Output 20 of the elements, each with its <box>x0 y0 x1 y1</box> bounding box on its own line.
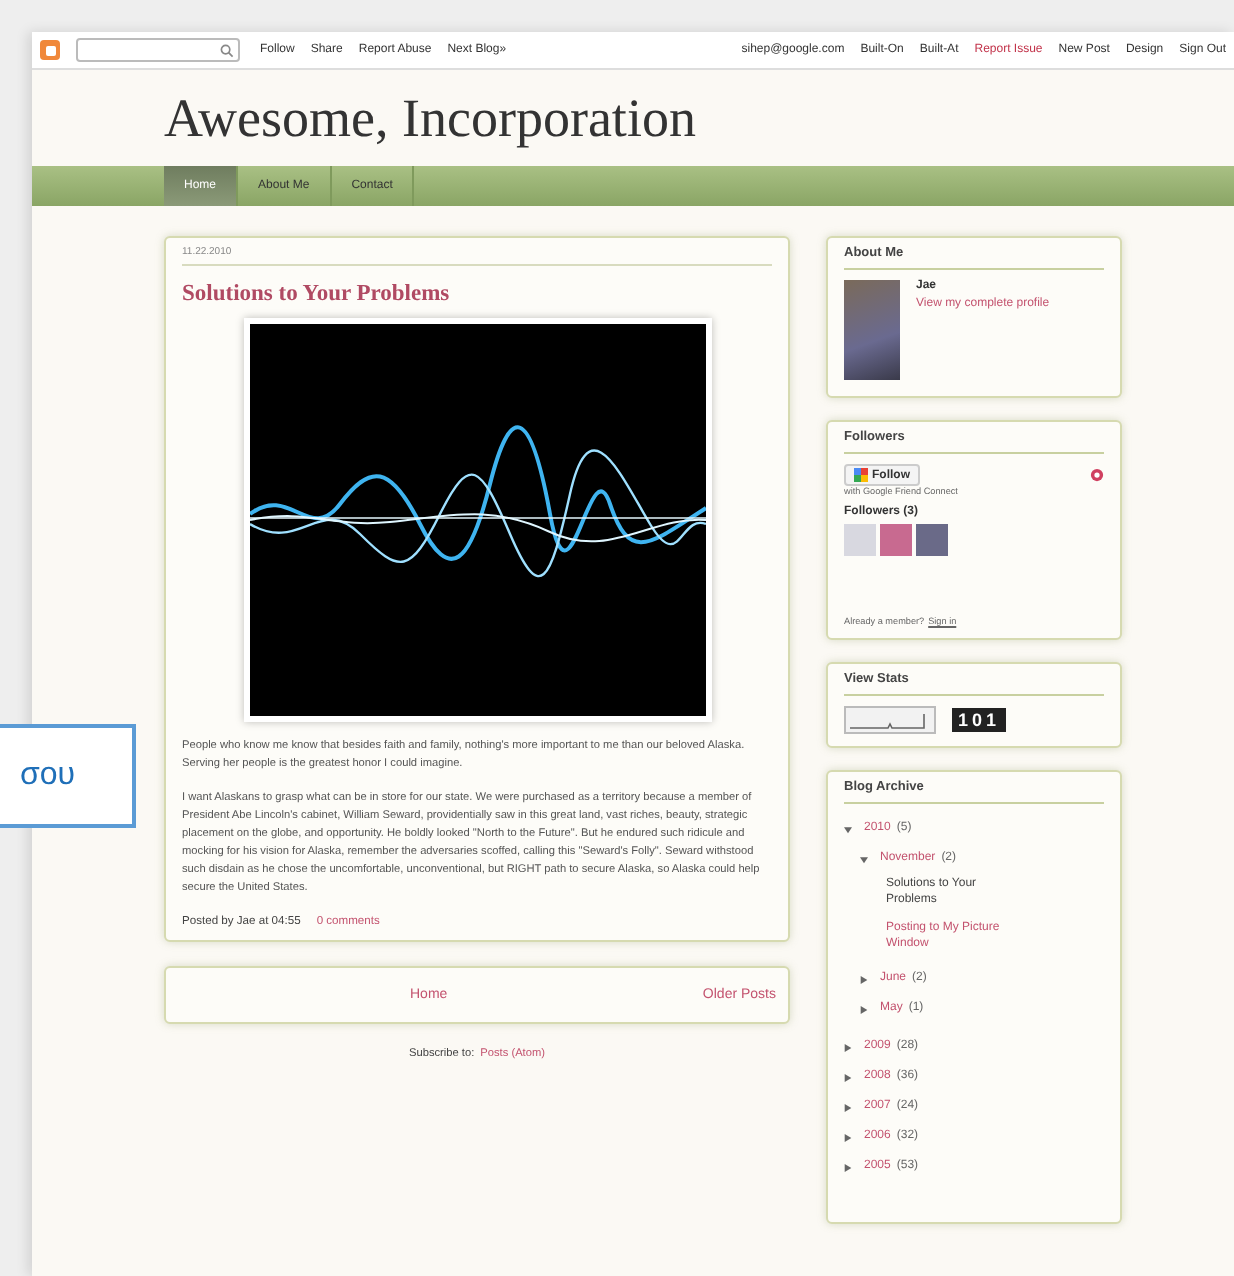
profile-photo-placeholder <box>844 280 900 380</box>
overlay-label: σου <box>0 724 136 828</box>
blogger-logo-icon[interactable] <box>40 40 60 60</box>
stats-graph-drawing <box>844 706 936 734</box>
expand-triangle-icon[interactable] <box>860 975 868 983</box>
visit-counter: 101 <box>952 708 1007 732</box>
post-title[interactable]: Solutions to Your Problems <box>182 282 772 306</box>
expand-triangle-icon[interactable] <box>844 1163 852 1171</box>
search-field[interactable] <box>76 38 240 62</box>
expand-triangle-icon[interactable] <box>844 1133 852 1141</box>
expand-triangle-icon[interactable] <box>844 1043 852 1051</box>
expand-triangle-icon[interactable] <box>844 1073 852 1081</box>
collapse-triangle-icon[interactable] <box>844 825 852 833</box>
gadget-icon[interactable] <box>1090 468 1104 482</box>
search-icon[interactable] <box>220 43 234 57</box>
expand-triangle-icon[interactable] <box>860 1005 868 1013</box>
expand-triangle-icon[interactable] <box>844 1103 852 1111</box>
blog-title: Awesome, Incorporation <box>164 87 696 149</box>
collapse-triangle-icon[interactable] <box>860 855 868 863</box>
grid-logo-icon <box>854 468 868 482</box>
